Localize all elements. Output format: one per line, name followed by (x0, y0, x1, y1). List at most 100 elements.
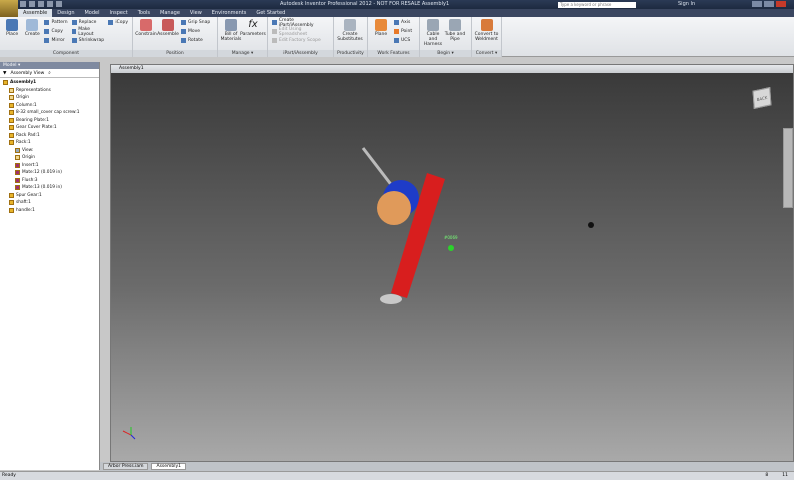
tube-icon (449, 19, 461, 31)
tab-inspect[interactable]: Inspect (105, 9, 133, 17)
maximize-button[interactable] (764, 1, 774, 7)
folder-icon (15, 155, 20, 161)
viewcube[interactable]: BACK (752, 87, 772, 109)
ucs-button[interactable]: UCS (394, 37, 412, 44)
rack-pad-part[interactable] (380, 294, 402, 304)
ribbon: Place Create Pattern Copy Mirror Replace… (0, 17, 794, 57)
doc-tab-arbor-press[interactable]: Arbor Press.iam (103, 463, 149, 470)
spreadsheet-icon (272, 29, 277, 34)
part-icon (9, 207, 14, 213)
navigation-bar[interactable] (783, 128, 793, 208)
search-input[interactable]: Type a keyword or phrase (558, 2, 636, 8)
tree-node[interactable]: Rack:1 (0, 139, 99, 147)
pattern-button[interactable]: Pattern (44, 19, 68, 26)
tree-node[interactable]: Bearing Plate:1 (0, 117, 99, 125)
browser-header[interactable]: Model ▾ (0, 62, 99, 69)
icopy-button[interactable]: iCopy (108, 19, 128, 26)
tab-tools[interactable]: Tools (133, 9, 155, 17)
tree-node-label: Rack Pad:1 (16, 132, 40, 138)
close-button[interactable] (776, 1, 786, 7)
make-layout-button[interactable]: Make Layout (71, 27, 105, 37)
tree-node[interactable]: Column:1 (0, 102, 99, 110)
tree-node[interactable]: shaft:1 (0, 199, 99, 207)
work-point[interactable] (448, 245, 454, 251)
tree-node-label: Flush:3 (22, 177, 38, 183)
assembly-model[interactable]: #0069 (111, 73, 793, 461)
view-icon (15, 147, 20, 153)
app-menu-button[interactable] (0, 0, 18, 17)
tree-node[interactable]: Representations (0, 87, 99, 95)
tree-node[interactable]: Origin (0, 154, 99, 162)
tree-node-label: Insert:1 (22, 162, 39, 168)
tab-design[interactable]: Design (52, 9, 79, 17)
cable-icon (427, 19, 439, 31)
mirror-icon (44, 38, 50, 43)
tree-node[interactable]: 8-32 small_cover cap screw:1 (0, 109, 99, 117)
tab-assemble[interactable]: Assemble (18, 9, 53, 17)
shrinkwrap-button[interactable]: Shrinkwrap (71, 37, 105, 44)
part-icon (9, 192, 14, 198)
sign-in-button[interactable]: Sign In (678, 1, 695, 7)
tree-node[interactable]: Flush:3 (0, 177, 99, 185)
tree-node[interactable]: Mate:13 (0.019 in) (0, 184, 99, 192)
panel-label: Manage ▾ (218, 50, 267, 57)
tree-node[interactable]: handle:1 (0, 207, 99, 215)
tree-node-label: Column:1 (16, 102, 37, 108)
tab-get-started[interactable]: Get Started (251, 9, 290, 17)
tab-model[interactable]: Model (79, 9, 104, 17)
tree-node[interactable]: Rack Pad:1 (0, 132, 99, 140)
minimize-button[interactable] (752, 1, 762, 7)
place-icon (6, 19, 19, 31)
assemble-icon (162, 19, 174, 31)
mirror-button[interactable]: Mirror (44, 37, 67, 44)
part-icon (9, 125, 14, 131)
tree-node[interactable]: Spur Gear:1 (0, 192, 99, 200)
panel-component: Place Create Pattern Copy Mirror Replace… (0, 17, 133, 57)
edit-factory-scope-button[interactable]: Edit Factory Scope (272, 37, 329, 44)
rotate-button[interactable]: Rotate (181, 37, 210, 44)
copy-button[interactable]: Copy (44, 28, 67, 35)
panel-manage: Bill of Materials fx Parameters Manage ▾ (218, 17, 268, 57)
rotate-icon (181, 38, 186, 43)
panel-label: Convert ▾ (472, 50, 501, 57)
gear-cover-plate-part[interactable] (377, 191, 411, 225)
quick-access-toolbar[interactable] (20, 1, 190, 8)
tab-environments[interactable]: Environments (207, 9, 252, 17)
graphics-viewport[interactable]: #0069 BACK (111, 73, 793, 461)
document-tabs: Arbor Press.iam Assembly1 (100, 462, 794, 471)
edit-spreadsheet-button[interactable]: Edit Using Spreadsheet (272, 27, 329, 37)
filter-icon[interactable]: ▼ (3, 71, 6, 76)
tree-node[interactable]: View: (0, 147, 99, 155)
find-icon[interactable]: ⌕ (48, 70, 51, 76)
tab-manage[interactable]: Manage (155, 9, 185, 17)
tree-node-label: View: (22, 147, 34, 153)
tree-node-label: 8-32 small_cover cap screw:1 (16, 110, 80, 116)
model-browser: Model ▾ ▼ Assembly View ⌕ Assembly1 Repre… (0, 62, 100, 470)
part-icon (9, 140, 14, 146)
create-ipart-button[interactable]: Create iPart/iAssembly (272, 18, 329, 28)
panel-label: Component (0, 50, 132, 57)
browser-toolbar: ▼ Assembly View ⌕ (0, 69, 99, 78)
tree-node[interactable]: Insert:1 (0, 162, 99, 170)
point-button[interactable]: Point (394, 28, 412, 35)
axis-button[interactable]: Axis (394, 19, 412, 26)
tree-node[interactable]: Gear Cover Plate:1 (0, 124, 99, 132)
status-text: Ready (2, 473, 16, 478)
doc-tab-assembly1[interactable]: Assembly1 (151, 463, 187, 470)
point-label: #0069 (444, 235, 458, 240)
tab-view[interactable]: View (185, 9, 207, 17)
view-selector[interactable]: Assembly View (10, 71, 44, 76)
document-title: Assembly1 (111, 65, 793, 73)
grip-snap-button[interactable]: Grip Snap (181, 19, 210, 26)
part-icon (9, 102, 14, 108)
replace-button[interactable]: Replace (71, 19, 105, 26)
tree-node[interactable]: Assembly1 (0, 79, 99, 87)
tree-node[interactable]: Origin (0, 94, 99, 102)
move-button[interactable]: Move (181, 28, 210, 35)
panel-ipart: Create iPart/iAssembly Edit Using Spread… (268, 17, 334, 57)
shrinkwrap-icon (71, 38, 77, 43)
substitute-icon (344, 19, 356, 31)
small-part[interactable] (588, 222, 594, 228)
tree-node-label: Representations (16, 87, 51, 93)
tree-node[interactable]: Mate:12 (0.019 in) (0, 169, 99, 177)
